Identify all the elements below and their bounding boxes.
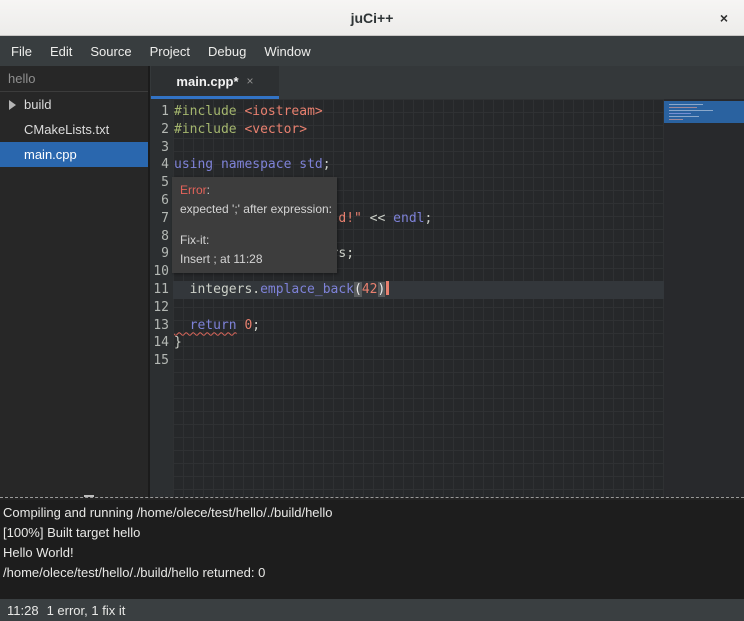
code-token: ;	[252, 318, 260, 333]
gutter: 123456789101112131415	[150, 99, 173, 497]
window-close-icon[interactable]: ×	[714, 8, 734, 28]
title-bar: juCi++ ×	[0, 0, 744, 36]
code-lines[interactable]: Error: expected ';' after expression: Fi…	[173, 99, 664, 497]
tooltip-fixit-label: Fix-it:	[180, 231, 329, 250]
text-caret	[386, 281, 389, 295]
output-panel[interactable]: Compiling and running /home/olece/test/h…	[0, 500, 744, 599]
code-line-12[interactable]	[173, 299, 664, 317]
line-number: 5	[150, 174, 173, 192]
code-token: #include	[174, 104, 237, 119]
code-token: }	[174, 335, 182, 350]
code-token: <vector>	[244, 122, 307, 137]
code-token: using	[174, 157, 213, 172]
minimap[interactable]	[664, 99, 744, 497]
line-number: 4	[150, 156, 173, 174]
menu-item-edit[interactable]: Edit	[41, 36, 81, 66]
code-line-2[interactable]: #include <vector>	[173, 121, 664, 139]
code-line-15[interactable]	[173, 352, 664, 370]
cursor-position: 11:28	[7, 603, 39, 618]
line-number: 13	[150, 317, 173, 335]
status-bar: 11:28 1 error, 1 fix it	[0, 599, 744, 621]
output-line: Compiling and running /home/olece/test/h…	[3, 503, 744, 523]
code-token	[213, 157, 221, 172]
tab-close-icon[interactable]: ×	[247, 74, 254, 88]
code-line-13[interactable]: return 0;	[173, 317, 664, 335]
tab-main-cpp[interactable]: main.cpp* ×	[151, 66, 279, 99]
menu-bar: FileEditSourceProjectDebugWindow	[0, 36, 744, 66]
line-number: 7	[150, 210, 173, 228]
code-line-3[interactable]	[173, 139, 664, 157]
file-tree-sidebar: hello build CMakeLists.txt main.cpp	[0, 66, 148, 497]
file-tree-item-cmakelists-txt[interactable]: CMakeLists.txt	[0, 117, 148, 142]
code-token: 42	[362, 282, 378, 297]
code-token: namespace	[221, 157, 291, 172]
output-line: [100%] Built target hello	[3, 523, 744, 543]
main-area: hello build CMakeLists.txt main.cpp main.c…	[0, 66, 744, 497]
code-token: endl	[393, 211, 424, 226]
code-token: <iostream>	[244, 104, 322, 119]
code-line-1[interactable]: #include <iostream>	[173, 103, 664, 121]
tooltip-fixit-text: Insert ; at 11:28	[180, 250, 329, 269]
line-number: 11	[150, 281, 173, 299]
code-token: return	[174, 318, 237, 333]
code-editor[interactable]: 123456789101112131415 Error: expected ';…	[150, 99, 744, 497]
output-line: Hello World!	[3, 543, 744, 563]
code-line-4[interactable]: using namespace std;	[173, 156, 664, 174]
file-tree-item-label: CMakeLists.txt	[0, 122, 109, 137]
menu-item-file[interactable]: File	[2, 36, 41, 66]
project-root-label: hello	[0, 66, 148, 92]
output-line: /home/olece/test/hello/./build/hello ret…	[3, 563, 744, 583]
code-token: ;	[424, 211, 432, 226]
file-tree-items: build CMakeLists.txt main.cpp	[0, 92, 148, 167]
tooltip-error-label: Error:	[180, 181, 329, 200]
diagnostic-tooltip: Error: expected ';' after expression: Fi…	[172, 177, 337, 273]
menu-item-project[interactable]: Project	[141, 36, 199, 66]
file-tree-item-label: main.cpp	[0, 147, 77, 162]
tab-bar: main.cpp* ×	[150, 66, 744, 99]
line-number: 8	[150, 228, 173, 246]
line-number: 3	[150, 139, 173, 157]
tooltip-error-text: expected ';' after expression:	[180, 200, 329, 219]
minimap-slider[interactable]	[664, 101, 744, 123]
line-number: 2	[150, 121, 173, 139]
pane-grip[interactable]	[84, 495, 94, 497]
editor-column: main.cpp* × 123456789101112131415 Error:…	[148, 66, 744, 497]
code-token: ;	[323, 157, 331, 172]
line-number: 1	[150, 103, 173, 121]
line-number: 9	[150, 245, 173, 263]
code-token: )	[378, 282, 386, 297]
code-token: #include	[174, 122, 237, 137]
menu-item-debug[interactable]: Debug	[199, 36, 255, 66]
tab-label: main.cpp*	[176, 74, 238, 89]
menu-item-source[interactable]: Source	[81, 36, 140, 66]
diagnostics-summary: 1 error, 1 fix it	[47, 603, 126, 618]
code-token: <<	[362, 211, 393, 226]
app-window: juCi++ × FileEditSourceProjectDebugWindo…	[0, 0, 744, 621]
line-number: 6	[150, 192, 173, 210]
line-number: 10	[150, 263, 173, 281]
menu-item-window[interactable]: Window	[255, 36, 319, 66]
pane-separator[interactable]	[0, 497, 744, 500]
file-tree-item-main-cpp[interactable]: main.cpp	[0, 142, 148, 167]
code-line-14[interactable]: }	[173, 334, 664, 352]
line-number: 15	[150, 352, 173, 370]
code-token: integers.	[174, 282, 260, 297]
file-tree-item-label: build	[0, 97, 51, 112]
line-number: 12	[150, 299, 173, 317]
code-token: emplace_back	[260, 282, 354, 297]
expand-arrow-icon[interactable]	[9, 100, 16, 110]
file-tree-item-build[interactable]: build	[0, 92, 148, 117]
window-title: juCi++	[0, 10, 744, 26]
code-token: (	[354, 282, 362, 297]
line-number: 14	[150, 334, 173, 352]
code-line-11[interactable]: integers.emplace_back(42)	[173, 281, 664, 299]
code-token: std	[299, 157, 322, 172]
